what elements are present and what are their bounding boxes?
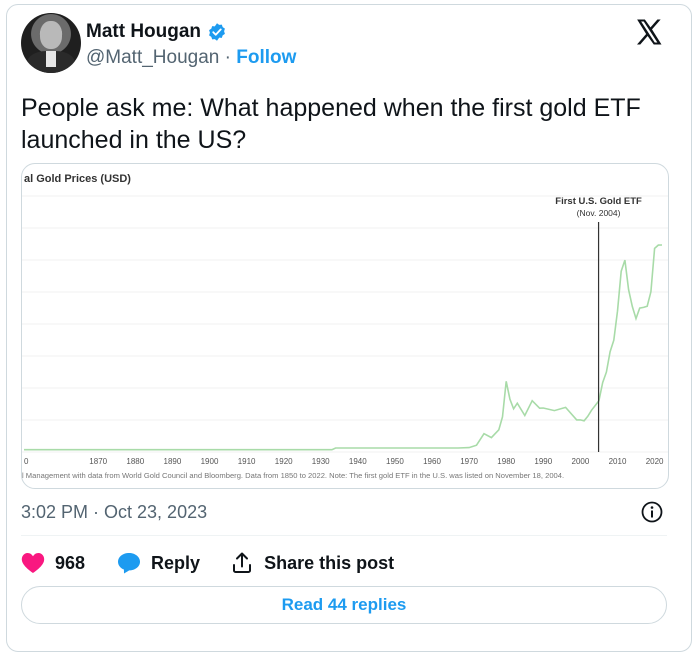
reply-bubble-icon bbox=[118, 553, 141, 574]
heart-icon bbox=[21, 553, 45, 573]
avatar-shirt bbox=[46, 51, 56, 67]
tweet-timestamp[interactable]: 3:02 PM · Oct 23, 2023 bbox=[21, 502, 207, 523]
author-handle-row: @Matt_Hougan · Follow bbox=[86, 47, 296, 69]
x-tick-label: 1960 bbox=[423, 457, 441, 466]
share-icon bbox=[233, 552, 252, 573]
etf-annotation-label: First U.S. Gold ETF bbox=[555, 196, 642, 207]
x-tick-label: 1990 bbox=[534, 457, 552, 466]
tweet-text: People ask me: What happened when the fi… bbox=[21, 94, 641, 154]
read-replies-label: Read 44 replies bbox=[281, 595, 407, 614]
author-name[interactable]: Matt Hougan bbox=[86, 21, 201, 43]
x-tick-label: 1890 bbox=[164, 457, 182, 466]
x-tick-label: 1900 bbox=[201, 457, 219, 466]
etf-annotation-sublabel: (Nov. 2004) bbox=[577, 208, 621, 218]
x-tick-label: 1980 bbox=[497, 457, 515, 466]
x-tick-label: 1930 bbox=[312, 457, 330, 466]
read-replies-button[interactable]: Read 44 replies bbox=[21, 586, 667, 624]
author-handle[interactable]: @Matt_Hougan bbox=[86, 47, 219, 68]
action-bar: 968 Reply Share this post bbox=[21, 548, 394, 578]
x-tick-label: 1920 bbox=[275, 457, 293, 466]
share-button[interactable]: Share this post bbox=[230, 551, 394, 575]
x-tick-label: 0 bbox=[24, 457, 29, 466]
x-tick-label: 2020 bbox=[646, 457, 664, 466]
x-tick-label: 2010 bbox=[609, 457, 627, 466]
avatar[interactable] bbox=[21, 13, 81, 73]
info-icon[interactable] bbox=[640, 500, 664, 524]
x-tick-label: 1910 bbox=[238, 457, 256, 466]
verified-badge-icon bbox=[209, 23, 225, 41]
share-label: Share this post bbox=[264, 552, 395, 573]
chart-footnote: l Management with data from World Gold C… bbox=[22, 471, 564, 480]
x-tick-label: 1950 bbox=[386, 457, 404, 466]
chart-x-ticks: 0 1870 1880 1890 1900 1910 1920 1930 1940 1950 196… bbox=[24, 457, 664, 466]
avatar-face bbox=[40, 21, 62, 49]
chart-image[interactable]: 0 1870 1880 1890 1900 1910 1920 1930 1940 1950 196… bbox=[21, 163, 669, 489]
follow-button[interactable]: Follow bbox=[236, 47, 296, 68]
reply-label: Reply bbox=[151, 552, 201, 573]
x-tick-label: 1880 bbox=[126, 457, 144, 466]
separator-dot: · bbox=[224, 47, 237, 68]
x-tick-label: 2000 bbox=[572, 457, 590, 466]
chart-title: al Gold Prices (USD) bbox=[24, 173, 131, 185]
gold-price-chart: 0 1870 1880 1890 1900 1910 1920 1930 1940 1950 196… bbox=[22, 173, 668, 480]
like-count: 968 bbox=[55, 552, 86, 573]
x-tick-label: 1940 bbox=[349, 457, 367, 466]
gold-price-line bbox=[24, 244, 663, 451]
reply-button[interactable]: Reply bbox=[117, 552, 200, 574]
like-button[interactable]: 968 bbox=[21, 552, 85, 574]
x-tick-label: 1970 bbox=[460, 457, 478, 466]
x-tick-label: 1870 bbox=[89, 457, 107, 466]
author-name-row[interactable]: Matt Hougan bbox=[86, 21, 227, 43]
chart-series bbox=[24, 244, 663, 451]
x-logo-icon[interactable] bbox=[634, 17, 664, 47]
divider bbox=[21, 535, 667, 536]
